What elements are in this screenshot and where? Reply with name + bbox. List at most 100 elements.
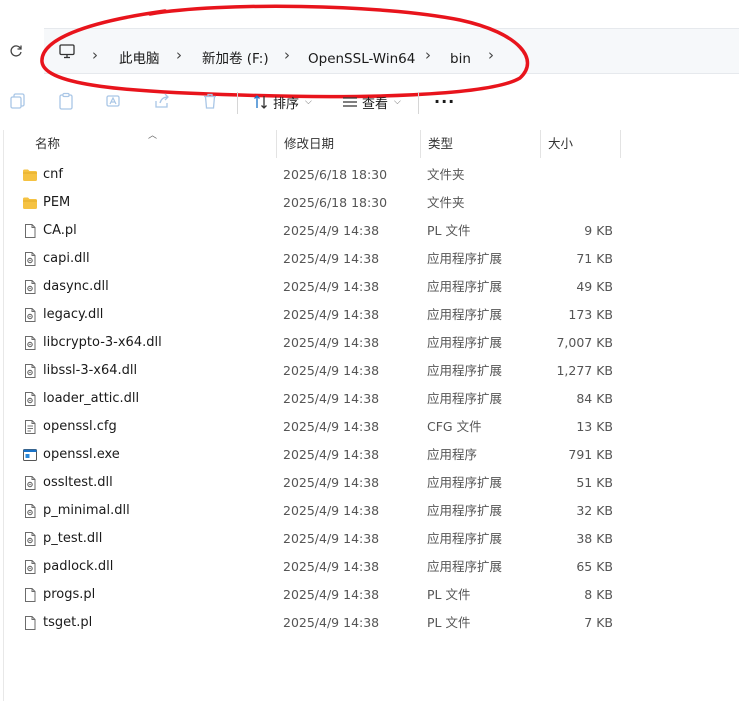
column-header-name[interactable]: 名称 [28, 130, 276, 158]
computer-icon[interactable] [58, 42, 76, 60]
view-button[interactable]: 查看 ⌵ [342, 92, 401, 112]
file-row[interactable]: progs.pl 2025/4/9 14:38 PL 文件 8 KB [0, 581, 739, 609]
chevron-right-icon[interactable]: › [176, 45, 182, 65]
dll-file-icon [25, 336, 36, 350]
file-row[interactable]: loader_attic.dll 2025/4/9 14:38 应用程序扩展 84 K… [0, 385, 739, 413]
file-name: dasync.dll [43, 279, 109, 294]
file-name: p_minimal.dll [43, 503, 130, 518]
chevron-down-icon: ⌵ [394, 97, 401, 107]
sort-button[interactable]: 排序 ⌵ [253, 92, 312, 112]
chevron-right-icon[interactable]: › [92, 45, 98, 65]
file-size: 1,277 KB [556, 363, 613, 378]
dll-file-icon [25, 308, 36, 322]
file-size: 65 KB [576, 559, 613, 574]
file-modified-date: 2025/4/9 14:38 [283, 279, 380, 294]
file-size: 38 KB [576, 531, 613, 546]
file-name: openssl.exe [43, 447, 120, 462]
folder-icon [23, 169, 37, 181]
breadcrumb-item-this-pc[interactable]: 此电脑 [119, 50, 160, 68]
column-divider[interactable] [620, 130, 621, 158]
chevron-right-icon[interactable]: › [284, 45, 290, 65]
copy-icon[interactable] [9, 92, 27, 110]
file-row[interactable]: PEM 2025/6/18 18:30 文件夹 [0, 189, 739, 217]
rename-icon[interactable] [105, 92, 123, 110]
share-icon[interactable] [153, 92, 171, 110]
file-explorer-window: › 此电脑 › 新加卷 (F:) › OpenSSL-Win64 › bin ›… [0, 0, 739, 701]
file-size: 8 KB [584, 587, 613, 602]
folder-icon [23, 197, 37, 209]
file-name: progs.pl [43, 587, 96, 602]
view-label: 查看 [362, 96, 389, 112]
dll-file-icon [25, 476, 36, 490]
file-icon [25, 588, 36, 602]
file-name: CA.pl [43, 223, 77, 238]
file-row[interactable]: openssl.cfg 2025/4/9 14:38 CFG 文件 13 KB [0, 413, 739, 441]
file-row[interactable]: padlock.dll 2025/4/9 14:38 应用程序扩展 65 KB [0, 553, 739, 581]
sort-icon [254, 95, 267, 109]
file-type: 应用程序扩展 [427, 559, 503, 574]
file-size: 49 KB [576, 279, 613, 294]
file-modified-date: 2025/4/9 14:38 [283, 363, 380, 378]
file-row[interactable]: p_test.dll 2025/4/9 14:38 应用程序扩展 38 KB [0, 525, 739, 553]
file-name: PEM [43, 195, 71, 210]
file-type: PL 文件 [427, 587, 471, 602]
file-row[interactable]: libcrypto-3-x64.dll 2025/4/9 14:38 应用程序扩展 7… [0, 329, 739, 357]
file-name: cnf [43, 167, 63, 182]
paste-icon[interactable] [57, 92, 75, 110]
file-modified-date: 2025/4/9 14:38 [283, 615, 380, 630]
file-row[interactable]: dasync.dll 2025/4/9 14:38 应用程序扩展 49 KB [0, 273, 739, 301]
chevron-down-icon: ⌵ [305, 97, 312, 107]
file-modified-date: 2025/6/18 18:30 [283, 195, 388, 210]
dll-file-icon [25, 560, 36, 574]
file-row[interactable]: tsget.pl 2025/4/9 14:38 PL 文件 7 KB [0, 609, 739, 637]
refresh-icon [10, 45, 22, 57]
file-size: 9 KB [584, 223, 613, 238]
file-row[interactable]: p_minimal.dll 2025/4/9 14:38 应用程序扩展 32 KB [0, 497, 739, 525]
dll-file-icon [25, 364, 36, 378]
file-name: p_test.dll [43, 531, 103, 546]
file-type: 应用程序扩展 [427, 335, 503, 350]
chevron-right-icon[interactable]: › [488, 45, 494, 65]
refresh-button[interactable] [6, 40, 26, 62]
file-icon [25, 616, 36, 630]
file-modified-date: 2025/4/9 14:38 [283, 223, 380, 238]
file-modified-date: 2025/4/9 14:38 [283, 307, 380, 322]
dll-file-icon [25, 280, 36, 294]
file-row[interactable]: libssl-3-x64.dll 2025/4/9 14:38 应用程序扩展 1,27… [0, 357, 739, 385]
file-row[interactable]: ossltest.dll 2025/4/9 14:38 应用程序扩展 51 KB [0, 469, 739, 497]
file-size: 7 KB [584, 615, 613, 630]
sort-label: 排序 [273, 96, 300, 112]
more-options-button[interactable]: ··· [434, 92, 455, 112]
file-type: 应用程序扩展 [427, 475, 503, 490]
breadcrumb-item-drive[interactable]: 新加卷 (F:) [202, 50, 269, 68]
file-modified-date: 2025/4/9 14:38 [283, 419, 380, 434]
column-header-date[interactable]: 修改日期 [277, 130, 420, 158]
breadcrumb-item-openssl[interactable]: OpenSSL-Win64 [308, 50, 415, 68]
file-type: 应用程序扩展 [427, 503, 503, 518]
breadcrumb-item-bin[interactable]: bin [450, 50, 471, 68]
file-name: tsget.pl [43, 615, 93, 630]
toolbar-divider [237, 92, 238, 114]
file-type: 文件夹 [427, 195, 465, 210]
column-header-size[interactable]: 大小 [541, 130, 620, 158]
file-name: libcrypto-3-x64.dll [43, 335, 162, 350]
file-row[interactable]: legacy.dll 2025/4/9 14:38 应用程序扩展 173 KB [0, 301, 739, 329]
file-row[interactable]: CA.pl 2025/4/9 14:38 PL 文件 9 KB [0, 217, 739, 245]
column-header-type[interactable]: 类型 [421, 130, 540, 158]
file-row[interactable]: capi.dll 2025/4/9 14:38 应用程序扩展 71 KB [0, 245, 739, 273]
file-modified-date: 2025/4/9 14:38 [283, 475, 380, 490]
file-type: 应用程序扩展 [427, 251, 503, 266]
view-icon [343, 97, 357, 107]
delete-icon[interactable] [201, 92, 219, 110]
dll-file-icon [25, 392, 36, 406]
file-modified-date: 2025/4/9 14:38 [283, 251, 380, 266]
chevron-right-icon[interactable]: › [425, 45, 431, 65]
file-modified-date: 2025/4/9 14:38 [283, 335, 380, 350]
file-icon [25, 224, 36, 238]
file-row[interactable]: cnf 2025/6/18 18:30 文件夹 [0, 161, 739, 189]
file-size: 791 KB [568, 447, 613, 462]
file-type: 应用程序扩展 [427, 531, 503, 546]
file-size: 51 KB [576, 475, 613, 490]
file-row[interactable]: openssl.exe 2025/4/9 14:38 应用程序 791 KB [0, 441, 739, 469]
file-size: 7,007 KB [556, 335, 613, 350]
